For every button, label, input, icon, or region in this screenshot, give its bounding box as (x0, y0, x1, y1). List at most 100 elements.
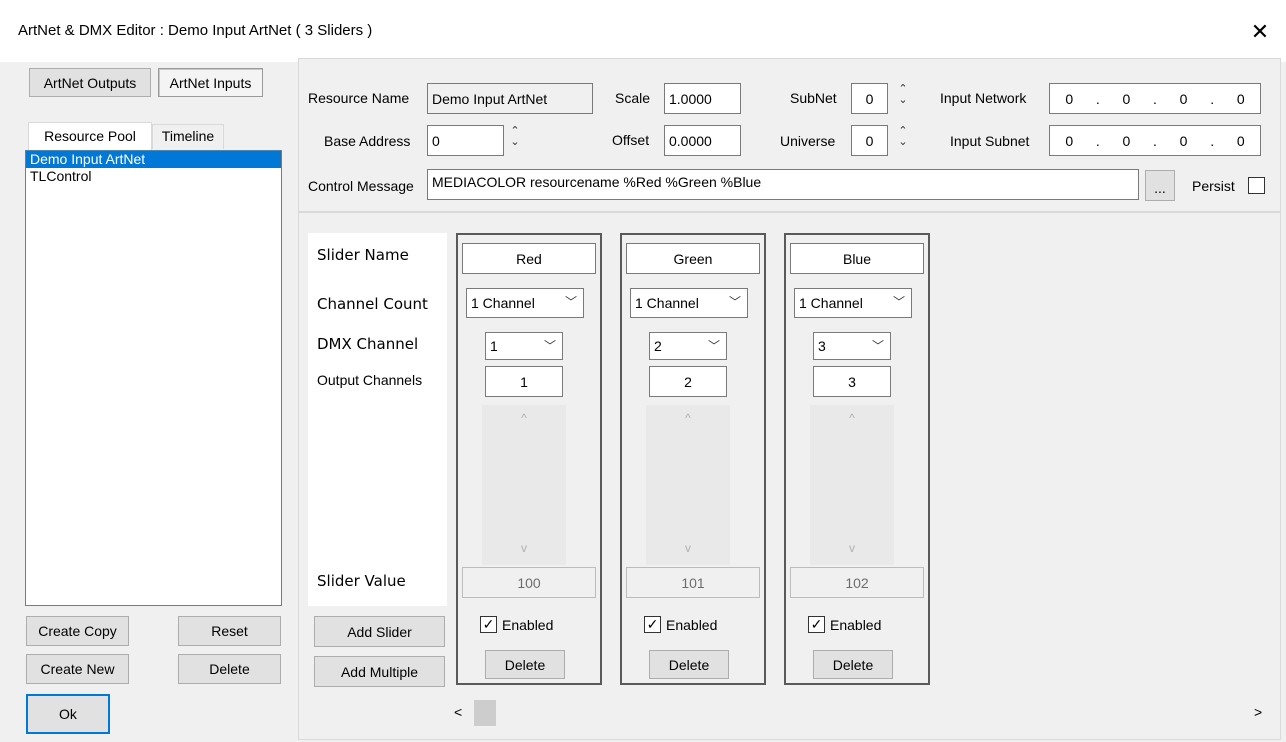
chevron-up-icon[interactable]: ^ (482, 411, 566, 425)
chevron-down-icon[interactable]: v (482, 541, 566, 555)
slider-name-label: Slider Name (317, 246, 409, 264)
enabled-checkbox[interactable]: ✓ (480, 616, 497, 633)
output-channels-field: 2 (649, 366, 727, 397)
browse-button[interactable]: ... (1145, 170, 1175, 201)
enabled-label: Enabled (666, 617, 718, 633)
scale-label: Scale (615, 90, 651, 106)
scroll-thumb[interactable] (474, 700, 496, 726)
ip-octet: 0 (1236, 90, 1245, 107)
offset-field[interactable]: 0.0000 (664, 125, 741, 156)
dmx-channel-select[interactable]: 3 ﹀ (813, 332, 891, 360)
ip-octet: 0 (1122, 90, 1131, 107)
slider-name-field[interactable]: Blue (790, 243, 924, 274)
delete-slider-button[interactable]: Delete (813, 650, 893, 679)
channel-count-select[interactable]: 1 Channel ﹀ (794, 288, 912, 318)
input-network-label: Input Network (940, 90, 1027, 106)
control-message-field[interactable]: MEDIACOLOR resourcename %Red %Green %Blu… (427, 169, 1139, 200)
input-subnet-field[interactable]: 0. 0. 0. 0 (1049, 125, 1261, 156)
control-message-label: Control Message (308, 178, 414, 194)
slider-track[interactable]: ^ v (646, 405, 730, 565)
scale-field[interactable]: 1.0000 (664, 83, 741, 114)
slider-green: Green 1 Channel ﹀ 2 ﹀ 2 ^ v 101 ✓ Enabled … (620, 233, 766, 685)
enabled-checkbox[interactable]: ✓ (808, 616, 825, 633)
enabled-checkbox[interactable]: ✓ (644, 616, 661, 633)
subnet-label: SubNet (790, 90, 837, 106)
channel-count-label: Channel Count (317, 295, 428, 313)
universe-field[interactable]: 0 (851, 125, 888, 156)
enabled-label: Enabled (502, 617, 554, 633)
ip-dot: . (1095, 90, 1100, 107)
close-icon[interactable]: ✕ (1240, 12, 1280, 52)
slider-name-field[interactable]: Green (626, 243, 760, 274)
persist-checkbox[interactable] (1248, 177, 1265, 194)
resource-name-field: Demo Input ArtNet (427, 83, 593, 114)
slider-value-field: 102 (790, 567, 924, 598)
base-address-spinner[interactable]: ⌃ ⌄ (508, 126, 522, 156)
enabled-label: Enabled (830, 617, 882, 633)
dmx-channel-select[interactable]: 2 ﹀ (649, 332, 727, 360)
spin-down-icon[interactable]: ⌄ (508, 137, 522, 148)
channel-count-select[interactable]: 1 Channel ﹀ (466, 288, 584, 318)
chevron-down-icon[interactable]: v (810, 541, 894, 555)
ip-octet: 0 (1065, 90, 1074, 107)
chevron-down-icon: ﹀ (564, 295, 577, 309)
artnet-inputs-button[interactable]: ArtNet Inputs (158, 68, 263, 97)
universe-spinner[interactable]: ⌃ ⌄ (896, 126, 910, 156)
subnet-spinner[interactable]: ⌃ ⌄ (896, 84, 910, 114)
chevron-up-icon[interactable]: ^ (646, 411, 730, 425)
spin-down-icon[interactable]: ⌄ (896, 95, 910, 106)
base-address-label: Base Address (324, 133, 411, 149)
chevron-down-icon: ﹀ (707, 339, 720, 353)
window-title: ArtNet & DMX Editor : Demo Input ArtNet … (18, 22, 373, 39)
slider-name-field[interactable]: Red (462, 243, 596, 274)
add-multiple-button[interactable]: Add Multiple (314, 656, 445, 687)
artnet-outputs-button[interactable]: ArtNet Outputs (29, 68, 151, 97)
tab-timeline[interactable]: Timeline (152, 124, 224, 149)
delete-button[interactable]: Delete (178, 654, 281, 684)
chevron-down-icon: ﹀ (871, 339, 884, 353)
ip-octet: 0 (1122, 132, 1131, 149)
universe-label: Universe (780, 133, 836, 149)
input-network-field[interactable]: 0. 0. 0. 0 (1049, 83, 1261, 114)
slider-value-field: 100 (462, 567, 596, 598)
chevron-down-icon: ﹀ (892, 295, 905, 309)
dmx-channel-select[interactable]: 1 ﹀ (485, 332, 563, 360)
delete-slider-button[interactable]: Delete (649, 650, 729, 679)
tab-resource-pool[interactable]: Resource Pool (28, 122, 152, 150)
spin-down-icon[interactable]: ⌄ (896, 137, 910, 148)
slider-track[interactable]: ^ v (810, 405, 894, 565)
horizontal-scrollbar[interactable]: < > (446, 696, 1276, 730)
output-channels-field: 3 (813, 366, 891, 397)
slider-blue: Blue 1 Channel ﹀ 3 ﹀ 3 ^ v 102 ✓ Enabled D… (784, 233, 930, 685)
persist-label: Persist (1192, 178, 1235, 194)
scroll-left-icon[interactable]: < (454, 704, 462, 720)
ip-dot: . (1153, 90, 1157, 107)
chevron-up-icon[interactable]: ^ (810, 411, 894, 425)
chevron-down-icon: ﹀ (728, 295, 741, 309)
ip-dot: . (1095, 132, 1100, 149)
chevron-down-icon[interactable]: v (646, 541, 730, 555)
create-copy-button[interactable]: Create Copy (26, 616, 129, 646)
add-slider-button[interactable]: Add Slider (314, 616, 445, 647)
list-item[interactable]: TLControl (26, 168, 281, 185)
ip-octet: 0 (1179, 90, 1188, 107)
subnet-field[interactable]: 0 (851, 83, 888, 114)
list-item[interactable]: Demo Input ArtNet (26, 151, 281, 168)
base-address-field[interactable]: 0 (427, 125, 504, 156)
slider-value-label: Slider Value (317, 572, 406, 590)
row-labels-box (308, 233, 447, 606)
slider-track[interactable]: ^ v (482, 405, 566, 565)
input-subnet-label: Input Subnet (950, 133, 1030, 149)
slider-red: Red 1 Channel ﹀ 1 ﹀ 1 ^ v 100 ✓ Enabled De… (456, 233, 602, 685)
channel-count-select[interactable]: 1 Channel ﹀ (630, 288, 748, 318)
reset-button[interactable]: Reset (178, 616, 281, 646)
resource-list[interactable]: Demo Input ArtNet TLControl (25, 150, 282, 606)
ok-button[interactable]: Ok (26, 694, 110, 734)
scroll-right-icon[interactable]: > (1254, 704, 1262, 720)
ip-dot: . (1153, 132, 1157, 149)
ip-dot: . (1210, 90, 1215, 107)
create-new-button[interactable]: Create New (26, 654, 129, 684)
output-channels-field: 1 (485, 366, 563, 397)
delete-slider-button[interactable]: Delete (485, 650, 565, 679)
ip-octet: 0 (1179, 132, 1188, 149)
